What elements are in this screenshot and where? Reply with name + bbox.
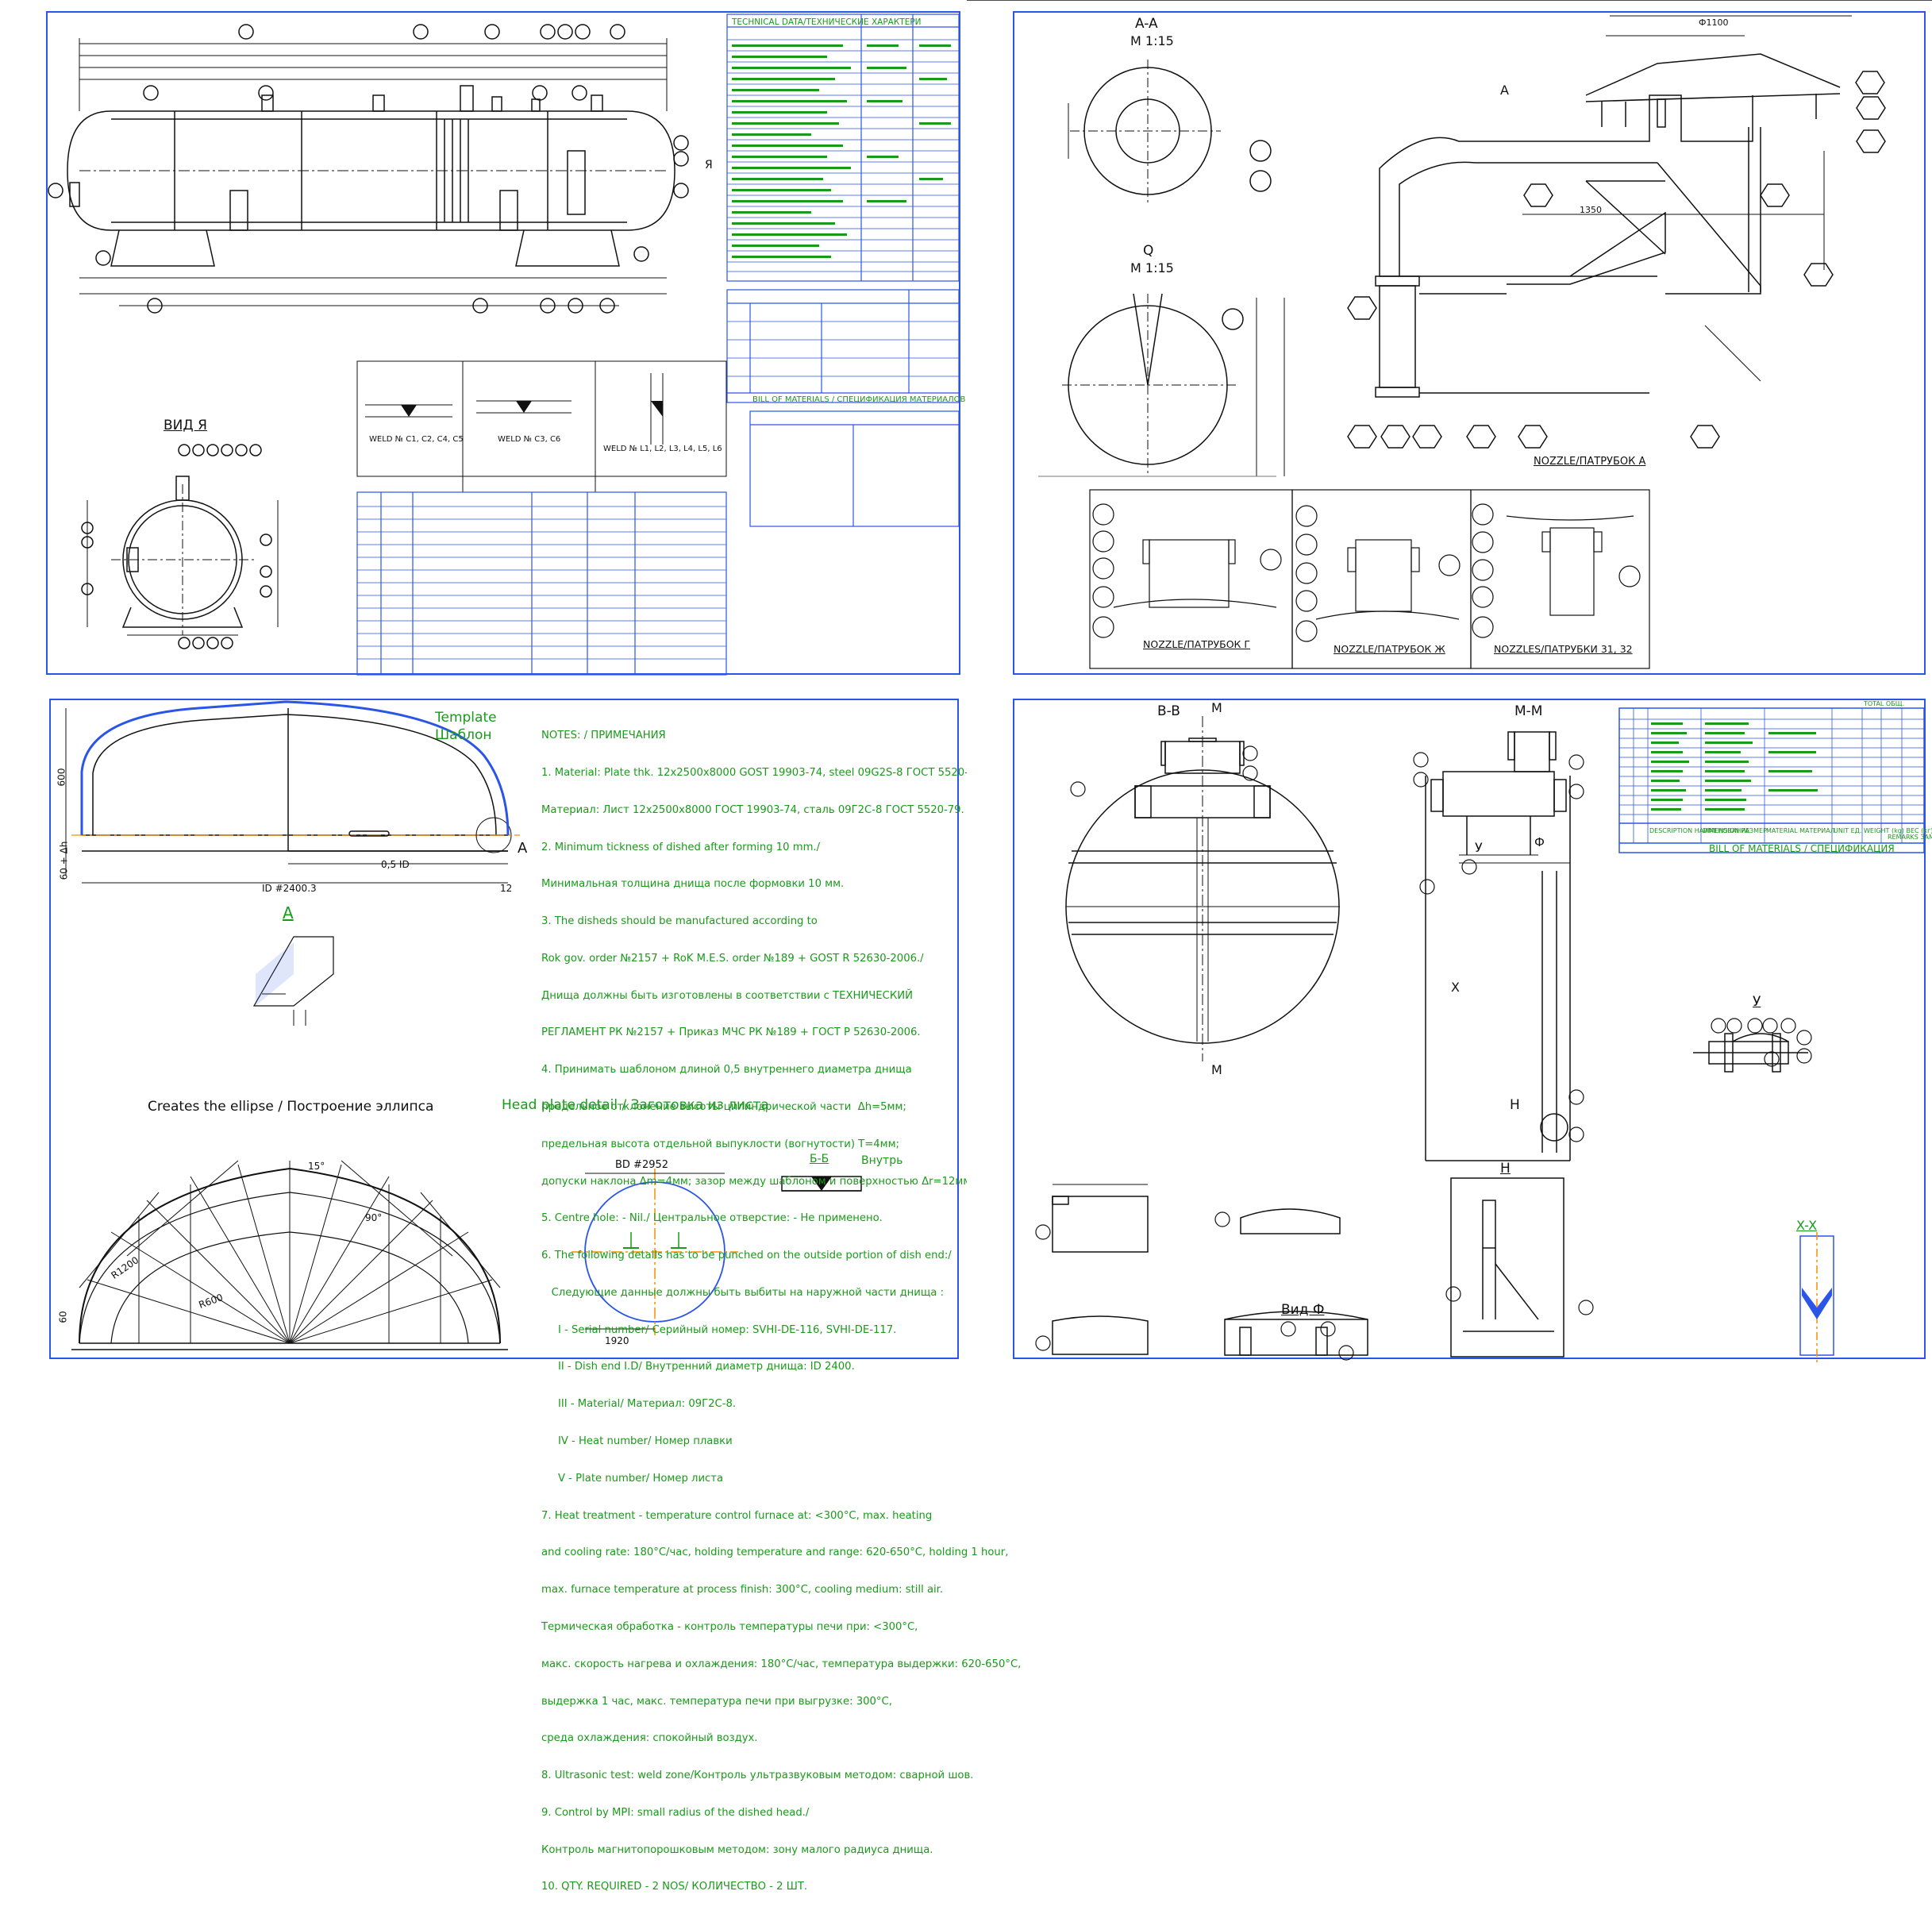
- detail-a-mark: A: [518, 840, 528, 857]
- creates-ellipse-title: Creates the ellipse / Построение эллипса: [148, 1099, 434, 1115]
- weld-label-3: WELD № L1, L2, L3, L4, L5, L6: [603, 445, 722, 453]
- tech-data-title: TECHNICAL DATA/ТЕХНИЧЕСКИЕ ХАРАКТЕРИ: [732, 17, 922, 27]
- sheet-dished-head: Template Шаблон A A ID #2400.3 0,5 ID 12…: [0, 684, 1033, 1893]
- weld-label-1: WELD № C1, C2, C4, C5: [369, 435, 464, 444]
- note-line: 10. QTY. REQUIRED - 2 NOS/ КОЛИЧЕСТВО - …: [541, 1881, 808, 1893]
- m-mark-bottom: M: [1211, 1062, 1222, 1077]
- section-q-title: Q: [1143, 243, 1154, 259]
- bom-title-1: BILL OF MATERIALS / СПЕЦИФИКАЦИЯ МАТЕРИА…: [752, 395, 966, 404]
- section-xx-title: X-X: [1796, 1218, 1818, 1233]
- view-ya-label: ВИД Я: [164, 418, 207, 433]
- dim-60: 60: [57, 1311, 69, 1323]
- note-line: Контроль магнитопорошковым методом: зону…: [541, 1843, 933, 1856]
- note-line: NOTES: / ПРИМЕЧАНИЯ: [541, 730, 666, 742]
- bom-col-dim: DIMENSION РАЗМЕР: [1703, 827, 1767, 834]
- note-line: IV - Heat number/ Номер плавки: [541, 1435, 733, 1448]
- note-line: Термическая обработка - контроль темпера…: [541, 1620, 918, 1633]
- nozzle-drawing: [967, 0, 1932, 669]
- bom-title-2: BILL OF MATERIALS / СПЕЦИФИКАЦИЯ: [1709, 843, 1895, 854]
- weld-label-2: WELD № C3, C6: [498, 435, 561, 444]
- view-h-title: H: [1500, 1161, 1511, 1177]
- sheet-internals: B-B M-M M M BILL OF MATERIALS / СПЕЦИФИК…: [967, 684, 1932, 1369]
- notes-block: NOTES: / ПРИМЕЧАНИЯ 1. Material: Plate t…: [541, 705, 1033, 1918]
- x-mark: X: [1451, 980, 1460, 995]
- dim-1350: 1350: [1580, 205, 1602, 215]
- phi-mark: Ф: [1534, 835, 1545, 849]
- section-aa-title: A-A: [1135, 16, 1158, 32]
- note-line: 1. Material: Plate thk. 12x2500x8000 GOS…: [541, 766, 989, 779]
- nozzle-a-title: NOZZLE/ПАТРУБОК А: [1534, 456, 1646, 468]
- dim-90deg: 90°: [365, 1212, 383, 1223]
- note-line: 6. The following details has to be punch…: [541, 1250, 952, 1262]
- note-line: I - Serial number/ Серийный номер: SVHI-…: [541, 1323, 897, 1336]
- dim-15deg: 15°: [308, 1161, 325, 1172]
- note-line: макс. скорость нагрева и охлаждения: 180…: [541, 1658, 1022, 1670]
- note-line: выдержка 1 час, макс. температура печи п…: [541, 1695, 892, 1708]
- note-line: Материал: Лист 12x2500x8000 ГОСТ 19903-7…: [541, 803, 964, 816]
- note-line: Днища должны быть изготовлены в соответс…: [541, 989, 913, 1002]
- note-line: среда охлаждения: спокойный воздух.: [541, 1732, 758, 1745]
- section-a-mark: A: [1500, 83, 1509, 98]
- bom-col-total: TOTAL ОБЩ.: [1864, 700, 1904, 707]
- scale-label-1: M 1:15: [1130, 33, 1174, 48]
- note-line: 8. Ultrasonic test: weld zone/Контроль у…: [541, 1770, 974, 1782]
- nozzle-zh-title: NOZZLE/ПАТРУБОК Ж: [1334, 643, 1445, 655]
- m-mark-top: M: [1211, 700, 1222, 715]
- view-f-title: Вид Ф: [1281, 1302, 1325, 1318]
- note-line: V - Plate number/ Номер листа: [541, 1472, 724, 1485]
- note-line: and cooling rate: 180°C/час, holding tem…: [541, 1546, 1009, 1559]
- nozzles-31-title: NOZZLES/ПАТРУБКИ 31, 32: [1494, 643, 1633, 655]
- note-line: III - Material/ Материал: 09Г2С-8.: [541, 1398, 737, 1411]
- note-line: Следующие данные должны быть выбиты на н…: [541, 1286, 945, 1299]
- view-y-title: У: [1753, 994, 1761, 1010]
- bom-col-unit: UNIT ЕД.: [1834, 827, 1862, 834]
- dim-id: ID #2400.3: [262, 883, 317, 894]
- note-line: предельное отклонение высоты цилиндричес…: [541, 1101, 906, 1113]
- note-line: 2. Minimum tickness of dished after form…: [541, 841, 821, 853]
- dim-1100: Ф1100: [1699, 17, 1729, 28]
- h-mark: H: [1510, 1097, 1520, 1113]
- note-line: Rok gov. order №2157 + RoK M.E.S. order …: [541, 952, 924, 965]
- note-line: 3. The disheds should be manufactured ac…: [541, 915, 818, 928]
- note-line: 9. Control by MPI: small radius of the d…: [541, 1806, 810, 1819]
- section-bb-title: B-B: [1157, 703, 1180, 719]
- note-line: Минимальная толщина днища после формовки…: [541, 878, 845, 891]
- note-line: II - Dish end I.D/ Внутренний диаметр дн…: [541, 1361, 855, 1373]
- nozzle-g-title: NOZZLE/ПАТРУБОК Г: [1143, 638, 1251, 650]
- vessel-drawing: [48, 13, 960, 676]
- note-line: max. furnace temperature at process fini…: [541, 1584, 944, 1596]
- note-line: допуски наклона Δm=4мм; зазор между шабл…: [541, 1175, 1034, 1188]
- note-line: 4. Принимать шаблоном длиной 0,5 внутрен…: [541, 1064, 912, 1076]
- sheet-nozzle-details: A-A M 1:15 Q M 1:15 NOZZLE/ПАТРУБОК А NO…: [967, 0, 1932, 684]
- section-mm-title: M-M: [1514, 703, 1543, 719]
- internals-drawing: [1035, 707, 1925, 1363]
- scale-label-2: M 1:15: [1130, 260, 1174, 275]
- note-line: РЕГЛАМЕНТ РК №2157 + Приказ МЧС РК №189 …: [541, 1026, 921, 1039]
- dim-600: 600: [56, 768, 67, 787]
- note-line: 7. Heat treatment - temperature control …: [541, 1509, 933, 1522]
- bom-col-remarks: REMARKS ЗАМЕТКИ: [1888, 834, 1932, 841]
- dim-60-dh: 60 + Δh: [58, 841, 70, 880]
- sheet-vessel-assembly: TECHNICAL DATA/ТЕХНИЧЕСКИЕ ХАРАКТЕРИ ВИД…: [0, 0, 967, 684]
- note-line: 5. Centre hole: - Nil./ Центральное отве…: [541, 1212, 883, 1225]
- dim-12: 12: [500, 883, 513, 894]
- template-label-ru: Шаблон: [435, 727, 492, 743]
- y-mark: У: [1475, 840, 1483, 855]
- note-line: предельная высота отдельной выпуклости (…: [541, 1138, 899, 1150]
- bom-col-mat: MATERIAL МАТЕРИАЛ: [1766, 827, 1835, 834]
- dim-05id: 0,5 ID: [381, 859, 410, 870]
- section-ya-mark: Я: [705, 159, 713, 171]
- template-label-en: Template: [435, 710, 497, 726]
- detail-a-title: A: [283, 903, 294, 922]
